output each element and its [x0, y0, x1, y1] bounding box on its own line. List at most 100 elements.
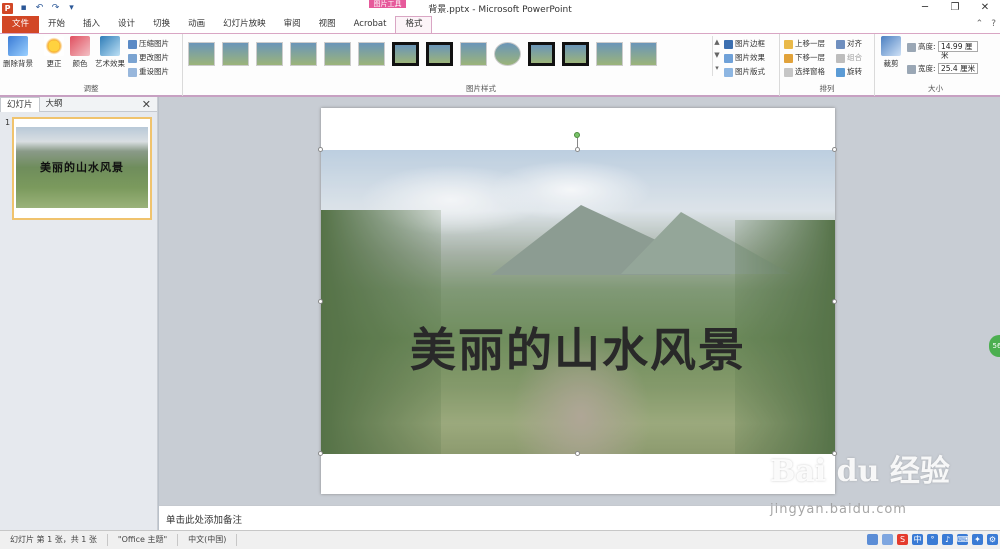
ime-punctuation-icon[interactable]: ° — [927, 534, 938, 545]
maximize-button[interactable]: ❐ — [940, 0, 970, 16]
slide-title[interactable]: 美丽的山水风景 — [321, 314, 835, 380]
tab-design[interactable]: 设计 — [109, 16, 144, 33]
tab-acrobat[interactable]: Acrobat — [345, 16, 396, 33]
remove-background-button[interactable]: 删除背景 — [2, 36, 34, 69]
rotate-button[interactable]: 旋转 — [836, 66, 862, 78]
send-backward-button[interactable]: 下移一层 — [784, 52, 825, 64]
picture-style-thumb[interactable] — [324, 42, 351, 66]
tab-format[interactable]: 格式 — [395, 16, 433, 33]
notes-pane[interactable]: 单击此处添加备注 — [159, 505, 1000, 530]
picture-border-button[interactable]: 图片边框 — [724, 38, 765, 50]
thumbnail-title: 美丽的山水风景 — [40, 161, 124, 174]
height-label: 高度: — [907, 41, 936, 53]
group-button[interactable]: 组合 — [836, 52, 862, 64]
picture-style-thumb[interactable] — [562, 42, 589, 66]
powerpoint-app-icon[interactable]: P — [2, 2, 13, 14]
gallery-scroll[interactable]: ▲ ▼ ▾ — [712, 36, 721, 76]
picture-style-thumb[interactable] — [460, 42, 487, 66]
minimize-ribbon-icon[interactable]: ⌃ — [976, 19, 984, 29]
bring-forward-button[interactable]: 上移一层 — [784, 38, 825, 50]
size-group: 裁剪 高度: 14.99 厘米 宽度: 25.4 厘米 大小 — [875, 34, 996, 96]
picture-style-thumb[interactable] — [528, 42, 555, 66]
bring-forward-icon — [784, 39, 793, 49]
slide-thumbnail[interactable]: 美丽的山水风景 — [12, 117, 152, 220]
resize-handle[interactable] — [318, 147, 323, 152]
change-picture-button[interactable]: 更改图片 — [128, 52, 169, 64]
resize-handle[interactable] — [575, 451, 580, 456]
align-button[interactable]: 对齐 — [836, 38, 862, 50]
picture-style-thumb[interactable] — [256, 42, 283, 66]
close-panel-icon[interactable]: ✕ — [142, 98, 151, 111]
background-picture[interactable]: 美丽的山水风景 — [321, 150, 835, 454]
tools-icon[interactable]: ⚙ — [987, 534, 998, 545]
gallery-down-icon[interactable]: ▼ — [713, 49, 721, 62]
artistic-effects-icon — [100, 36, 120, 56]
tab-insert[interactable]: 插入 — [74, 16, 109, 33]
slide-sorter-icon[interactable] — [882, 534, 893, 545]
resize-handle[interactable] — [832, 147, 837, 152]
height-icon — [907, 42, 916, 52]
artistic-effects-button[interactable]: 艺术效果 — [94, 36, 126, 69]
minimize-button[interactable]: ─ — [910, 0, 940, 16]
theme-status[interactable]: "Office 主题" — [108, 534, 179, 546]
tab-slides[interactable]: 幻灯片 — [0, 96, 40, 112]
language-status[interactable]: 中文(中国) — [178, 534, 238, 546]
slide-count-status: 幻灯片 第 1 张，共 1 张 — [0, 534, 108, 546]
adjust-group: 删除背景 更正 颜色 艺术效果 压缩图片 更改图片 重设图片 调整 — [0, 34, 183, 96]
compress-pictures-button[interactable]: 压缩图片 — [128, 38, 169, 50]
tab-review[interactable]: 审阅 — [275, 16, 310, 33]
crop-button[interactable]: 裁剪 — [875, 36, 907, 69]
tab-home[interactable]: 开始 — [39, 16, 74, 33]
picture-style-thumb[interactable] — [596, 42, 623, 66]
resize-handle[interactable] — [832, 451, 837, 456]
picture-style-thumb[interactable] — [290, 42, 317, 66]
microphone-icon[interactable]: ♪ — [942, 534, 953, 545]
picture-layout-button[interactable]: 图片版式 — [724, 66, 765, 78]
picture-style-thumb[interactable] — [222, 42, 249, 66]
picture-style-thumb[interactable] — [494, 42, 521, 66]
tab-file[interactable]: 文件 — [2, 16, 40, 33]
picture-effects-button[interactable]: 图片效果 — [724, 52, 765, 64]
gallery-up-icon[interactable]: ▲ — [713, 36, 721, 49]
resize-handle[interactable] — [575, 147, 580, 152]
resize-handle[interactable] — [318, 299, 323, 304]
width-field[interactable]: 25.4 厘米 — [938, 63, 978, 74]
resize-handle[interactable] — [318, 451, 323, 456]
undo-icon[interactable]: ↶ — [34, 3, 45, 14]
ime-chinese-icon[interactable]: 中 — [912, 534, 923, 545]
save-icon[interactable]: ▪ — [18, 3, 29, 14]
tab-slideshow[interactable]: 幻灯片放映 — [214, 16, 275, 33]
skin-icon[interactable]: ✦ — [972, 534, 983, 545]
tab-animations[interactable]: 动画 — [179, 16, 214, 33]
crop-icon — [881, 36, 901, 56]
picture-style-thumb[interactable] — [358, 42, 385, 66]
selection-pane-icon — [784, 67, 793, 77]
tab-outline[interactable]: 大纲 — [40, 97, 69, 111]
color-button[interactable]: 颜色 — [64, 36, 96, 69]
redo-icon[interactable]: ↷ — [50, 3, 61, 14]
help-icon[interactable]: ? — [991, 19, 996, 29]
tab-transitions[interactable]: 切换 — [144, 16, 179, 33]
resize-handle[interactable] — [832, 299, 837, 304]
reset-picture-button[interactable]: 重设图片 — [128, 66, 169, 78]
keyboard-icon[interactable]: ⌨ — [957, 534, 969, 545]
width-label: 宽度: — [907, 63, 936, 75]
picture-style-thumb[interactable] — [188, 42, 215, 66]
rotation-handle[interactable] — [574, 132, 580, 138]
sogou-ime-icon[interactable]: S — [897, 534, 908, 545]
picture-style-thumb[interactable] — [392, 42, 419, 66]
selection-pane-button[interactable]: 选择窗格 — [784, 66, 825, 78]
tab-view[interactable]: 视图 — [310, 16, 345, 33]
arrange-group-label: 排列 — [819, 84, 835, 93]
gallery-more-icon[interactable]: ▾ — [713, 62, 721, 75]
picture-style-thumb[interactable] — [630, 42, 657, 66]
picture-style-thumb[interactable] — [426, 42, 453, 66]
picture-styles-group-label: 图片样式 — [466, 84, 496, 93]
close-button[interactable]: ✕ — [970, 0, 1000, 16]
side-float-icon[interactable]: 56 — [989, 335, 1000, 357]
height-field[interactable]: 14.99 厘米 — [938, 41, 978, 60]
slide-canvas[interactable]: 美丽的山水风景 — [318, 108, 837, 494]
normal-view-icon[interactable] — [867, 534, 878, 545]
align-icon — [836, 39, 845, 49]
customize-qat-icon[interactable]: ▾ — [66, 3, 77, 14]
